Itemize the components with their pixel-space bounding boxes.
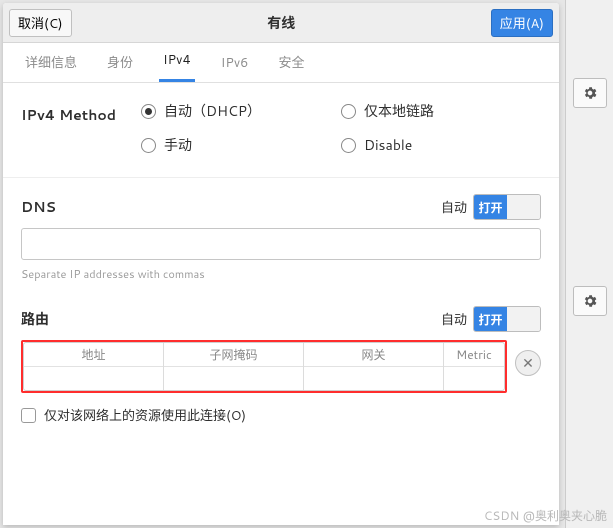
only-this-network-checkbox[interactable] <box>21 408 36 423</box>
dns-auto-label: 自动 <box>441 197 467 217</box>
route-auto-label: 自动 <box>441 309 467 329</box>
route-col-gateway: 网关 <box>304 343 444 390</box>
ipv4-panel: IPv4 Method 自动（DHCP） 仅本地链路 手动 Disable DN… <box>3 83 559 425</box>
radio-label: 手动 <box>164 135 192 155</box>
tab-details[interactable]: 详细信息 <box>21 42 81 82</box>
route-header-row: 路由 自动 打开 <box>21 306 541 332</box>
method-radio-group: 自动（DHCP） 仅本地链路 手动 Disable <box>141 101 501 155</box>
watermark: CSDN @奥利奥夹心脆 <box>484 507 607 524</box>
close-icon: ✕ <box>522 353 534 373</box>
dns-auto-group: 自动 打开 <box>441 194 541 220</box>
route-table: 地址 子网掩码 网关 Metric <box>23 342 505 391</box>
tab-bar: 详细信息 身份 IPv4 IPv6 安全 <box>3 43 559 83</box>
ipv4-method-label: IPv4 Method <box>21 101 141 125</box>
switch-off-segment <box>507 307 540 331</box>
desktop-background: 取消(C) 有线 应用(A) 详细信息 身份 IPv4 IPv6 安全 IPv4… <box>0 0 613 528</box>
route-table-highlight: 地址 子网掩码 网关 Metric <box>21 340 507 393</box>
route-cell[interactable] <box>24 366 163 390</box>
radio-dot-icon <box>141 104 156 119</box>
radio-label: 自动（DHCP） <box>164 101 261 121</box>
route-col-header: 子网掩码 <box>164 343 303 366</box>
route-col-header: Metric <box>444 343 504 366</box>
radio-dot-icon <box>341 104 356 119</box>
route-label: 路由 <box>21 309 49 329</box>
route-col-header: 网关 <box>304 343 443 366</box>
tab-ipv4[interactable]: IPv4 <box>159 41 195 82</box>
apply-button[interactable]: 应用(A) <box>491 9 553 37</box>
dns-input[interactable] <box>21 228 541 260</box>
titlebar: 取消(C) 有线 应用(A) <box>3 3 559 43</box>
radio-disable[interactable]: Disable <box>341 135 501 155</box>
route-cell[interactable] <box>164 366 303 390</box>
radio-auto-dhcp[interactable]: 自动（DHCP） <box>141 101 341 121</box>
settings-side-panel <box>565 0 613 528</box>
switch-on-label: 打开 <box>474 195 507 219</box>
radio-dot-icon <box>141 138 156 153</box>
gear-button-2[interactable] <box>573 286 607 316</box>
radio-dot-icon <box>341 138 356 153</box>
route-cell[interactable] <box>304 366 443 390</box>
route-col-address: 地址 <box>24 343 164 390</box>
only-this-network-label: 仅对该网络上的资源使用此连接(O) <box>44 405 246 425</box>
radio-manual[interactable]: 手动 <box>141 135 341 155</box>
dialog-title: 有线 <box>267 13 295 33</box>
ipv4-method-section: IPv4 Method 自动（DHCP） 仅本地链路 手动 Disable <box>21 101 541 155</box>
switch-off-segment <box>507 195 540 219</box>
route-cell[interactable] <box>444 366 504 390</box>
route-auto-group: 自动 打开 <box>441 306 541 332</box>
only-this-network-row: 仅对该网络上的资源使用此连接(O) <box>21 405 541 425</box>
route-col-metric: Metric <box>444 343 504 390</box>
route-delete-button[interactable]: ✕ <box>515 350 541 376</box>
cancel-button[interactable]: 取消(C) <box>9 9 72 37</box>
route-col-netmask: 子网掩码 <box>164 343 304 390</box>
gear-icon <box>582 85 598 101</box>
gear-icon <box>582 293 598 309</box>
dns-auto-switch[interactable]: 打开 <box>473 194 541 220</box>
route-col-header: 地址 <box>24 343 163 366</box>
gear-button-1[interactable] <box>573 78 607 108</box>
radio-linklocal[interactable]: 仅本地链路 <box>341 101 501 121</box>
dns-header-row: DNS 自动 打开 <box>21 194 541 220</box>
route-auto-switch[interactable]: 打开 <box>473 306 541 332</box>
tab-identity[interactable]: 身份 <box>103 42 137 82</box>
connection-dialog: 取消(C) 有线 应用(A) 详细信息 身份 IPv4 IPv6 安全 IPv4… <box>3 3 559 525</box>
dns-hint: Separate IP addresses with commas <box>21 266 541 282</box>
tab-security[interactable]: 安全 <box>274 42 308 82</box>
tab-ipv6[interactable]: IPv6 <box>217 44 253 82</box>
switch-on-label: 打开 <box>474 307 507 331</box>
dns-label: DNS <box>21 197 56 217</box>
divider <box>3 177 559 178</box>
radio-label: 仅本地链路 <box>364 101 434 121</box>
radio-label: Disable <box>364 135 412 155</box>
